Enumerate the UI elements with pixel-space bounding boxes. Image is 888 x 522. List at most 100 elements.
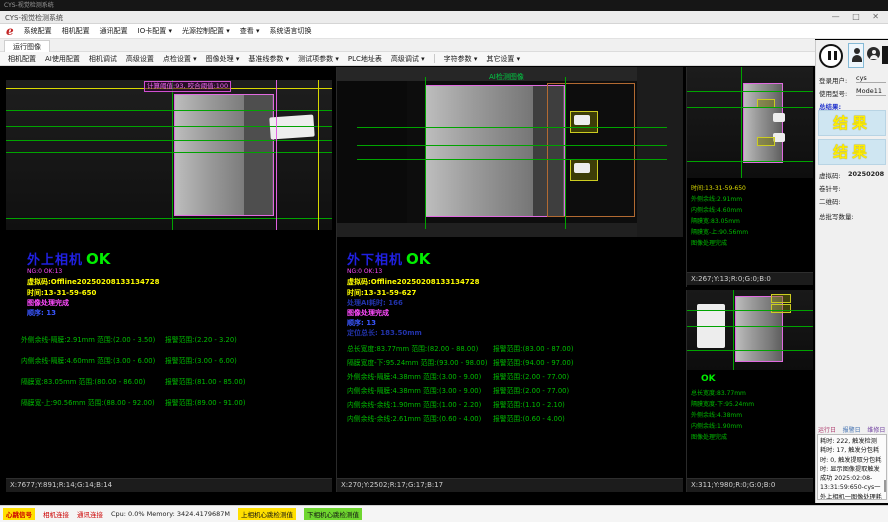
menu-item-io-card-config[interactable]: IO卡配置 ▾ xyxy=(138,26,172,36)
minimize-button[interactable]: — xyxy=(829,12,845,21)
mid-camera-viewport[interactable]: AI检测图像 xyxy=(337,67,683,237)
mid-measurement-text: 内侧余线-隔膜:4.38mm 范围:(3.00 - 9.00) xyxy=(347,385,481,395)
left-part-dark-edge xyxy=(244,95,272,215)
exit-logout-button[interactable] xyxy=(882,46,888,64)
mid-status-line: 图像处理完成 xyxy=(347,308,389,318)
small2-text-line: 总长宽度:83.77mm xyxy=(691,388,746,397)
tab-run-image[interactable]: 运行图像 xyxy=(4,40,50,52)
person-icon xyxy=(872,50,876,54)
mid-measurement-text: 总长宽度:83.77mm 范围:(82.00 - 88.00) xyxy=(347,343,478,353)
left-time-line: 时间:13-31-59-650 xyxy=(27,288,96,298)
mid-alarm-text: 报警范围:(0.60 - 4.00) xyxy=(493,413,565,423)
left-alarm-text: 报警范围:(81.00 - 85.00) xyxy=(165,376,245,386)
mid-measure-line-1 xyxy=(357,127,667,128)
left-barcode-line: 虚拟码:Offline20250208133134728 xyxy=(27,277,160,287)
mid-barcode-line: 虚拟码:Offline20250208133134728 xyxy=(347,277,480,287)
small1-measure-line-3 xyxy=(687,161,813,162)
menu-item-view[interactable]: 查看 ▾ xyxy=(240,26,260,36)
mid-measurement-text: 内侧余线-余线:2.61mm 范围:(0.60 - 4.00) xyxy=(347,413,481,423)
toolbar-camera-debug[interactable]: 相机调试 xyxy=(89,54,117,64)
toolbar-baseline-params[interactable]: 基准线参数 ▾ xyxy=(248,54,289,64)
mid-alarm-text: 报警范围:(2.00 - 77.00) xyxy=(493,371,569,381)
small2-text-line: 外侧余线:4.38mm xyxy=(691,410,742,419)
toolbar-test-item-params[interactable]: 测试项参数 ▾ xyxy=(298,54,339,64)
pause-button[interactable] xyxy=(819,44,843,68)
lower-camera-heartbeat: 下相机心跳检测值 xyxy=(304,508,362,520)
small1-time-line: 时间:13-31-59-650 xyxy=(691,183,746,192)
log-scrollbar[interactable] xyxy=(884,480,886,492)
left-measure-line-5 xyxy=(6,218,332,219)
left-sequence-line: 顺序: 13 xyxy=(27,308,56,318)
left-measurement-text: 隔膜宽:83.05mm 范围:(80.00 - 86.00) xyxy=(21,376,145,386)
menu-item-comm-config[interactable]: 通讯配置 xyxy=(100,26,128,36)
small2-pixel-coordinates: X:311;Y:980;R:0;G:0;B:0 xyxy=(687,478,813,492)
small2-detail-box-1 xyxy=(771,294,791,303)
toolbar-image-processing[interactable]: 图像处理 ▾ xyxy=(206,54,240,64)
window-titlebar: CYS-视觉检测系统 — □ ✕ xyxy=(0,11,888,24)
left-measure-line-2 xyxy=(6,126,332,127)
left-ok-badge: OK xyxy=(86,250,110,268)
mid-camera-name: 外下相机 xyxy=(347,253,403,268)
person-icon xyxy=(870,55,878,59)
mid-alarm-text: 报警范围:(94.00 - 97.00) xyxy=(493,357,573,367)
login-user-label: 登录用户: xyxy=(819,75,847,85)
mid-ai-time-line: 处理AI耗时: 166 xyxy=(347,298,403,308)
model-value: Mode11 xyxy=(856,87,886,96)
small2-text-line: 内侧余线:1.90mm xyxy=(691,421,742,430)
small1-text-line: 图像处理完成 xyxy=(691,238,727,247)
left-measurement-text: 隔膜宽-上:90.56mm 范围:(88.00 - 92.00) xyxy=(21,397,155,407)
log-text-area[interactable]: 耗时: 222, 触发检测耗时: 17, 触发分包耗时: 0, 触发提取分包耗时… xyxy=(817,434,887,500)
small1-pixel-coordinates: X:267;Y:13;R:0;G:0;B:0 xyxy=(687,272,813,285)
small2-measure-line-2 xyxy=(687,326,813,327)
toolbar: 相机配置 AI使用配置 相机调试 高级设置 点检设置 ▾ 图像处理 ▾ 基准线参… xyxy=(0,52,815,66)
operator-mode-button[interactable] xyxy=(848,43,864,68)
left-camera-name: 外上相机 xyxy=(27,253,83,268)
taskbar-title: CYS-视觉检测系统 xyxy=(4,2,54,9)
login-user-value: cys xyxy=(856,74,886,83)
menu-item-light-control-config[interactable]: 光源控制配置 ▾ xyxy=(182,26,230,36)
menu-item-system-config[interactable]: 系统配置 xyxy=(24,26,52,36)
toolbar-separator xyxy=(434,54,435,63)
close-button[interactable]: ✕ xyxy=(869,12,884,21)
small-camera-viewport-2[interactable] xyxy=(687,290,813,370)
toolbar-advanced-debug[interactable]: 高级调试 ▾ xyxy=(391,54,425,64)
mid-alarm-text: 报警范围:(1.10 - 2.10) xyxy=(493,399,565,409)
small2-text-line: 隔膜宽度-下:95.24mm xyxy=(691,399,754,408)
left-alarm-text: 报警范围:(89.00 - 91.00) xyxy=(165,397,245,407)
left-camera-panel: 计算阈值:93, 咬合阈值:100 外上相机OK NG:0 OK:13 虚拟码:… xyxy=(6,67,332,492)
small1-text-line: 隔膜宽:83.05mm xyxy=(691,216,740,225)
mid-measure-line-3 xyxy=(357,159,667,160)
virtual-code-value: 20250208 xyxy=(848,170,884,178)
menu-item-camera-config[interactable]: 相机配置 xyxy=(62,26,90,36)
user-circle-icon-button[interactable] xyxy=(867,47,880,60)
toolbar-character-params[interactable]: 字符参数 ▾ xyxy=(444,54,478,64)
mid-measurement-text: 隔膜宽度-下:95.24mm 范围:(93.00 - 98.00) xyxy=(347,357,487,367)
maximize-button[interactable]: □ xyxy=(849,12,865,21)
small2-ok-badge: OK xyxy=(701,374,716,384)
comm-link-status: 通讯连接 xyxy=(77,509,103,519)
menu-item-language-switch[interactable]: 系统语言切换 xyxy=(269,26,311,36)
toolbar-ai-usage-config[interactable]: AI使用配置 xyxy=(45,54,80,64)
left-camera-viewport[interactable]: 计算阈值:93, 咬合阈值:100 xyxy=(6,80,332,230)
small1-measure-line-1 xyxy=(687,91,813,92)
toolbar-advanced-settings[interactable]: 高级设置 xyxy=(126,54,154,64)
toolbar-other-settings[interactable]: 其它设置 ▾ xyxy=(486,54,520,64)
mid-ok-badge: OK xyxy=(406,250,430,268)
left-measure-line-3 xyxy=(6,140,332,141)
mid-edge-line-green-1 xyxy=(425,77,426,229)
mid-edge-line-green-2 xyxy=(565,77,566,229)
small1-bright-spot-1 xyxy=(773,113,785,122)
toolbar-plc-address-table[interactable]: PLC地址表 xyxy=(348,54,382,64)
toolbar-camera-config[interactable]: 相机配置 xyxy=(8,54,36,64)
toolbar-spot-check-settings[interactable]: 点检设置 ▾ xyxy=(163,54,197,64)
mid-machine-bottom xyxy=(337,223,683,237)
camera-link-status: 相机连接 xyxy=(43,509,69,519)
mid-time-line: 时间:13-31-59-627 xyxy=(347,288,416,298)
left-status-line: 图像处理完成 xyxy=(27,298,69,308)
mid-ai-image-label: AI检测图像 xyxy=(489,72,524,82)
small1-text-line: 外侧余线:2.91mm xyxy=(691,194,742,203)
small-camera-viewport-1[interactable] xyxy=(687,67,813,178)
left-threshold-label: 计算阈值:93, 咬合阈值:100 xyxy=(144,81,231,92)
mid-bright-spot-2 xyxy=(574,163,590,173)
small1-measure-line-2 xyxy=(687,107,813,108)
